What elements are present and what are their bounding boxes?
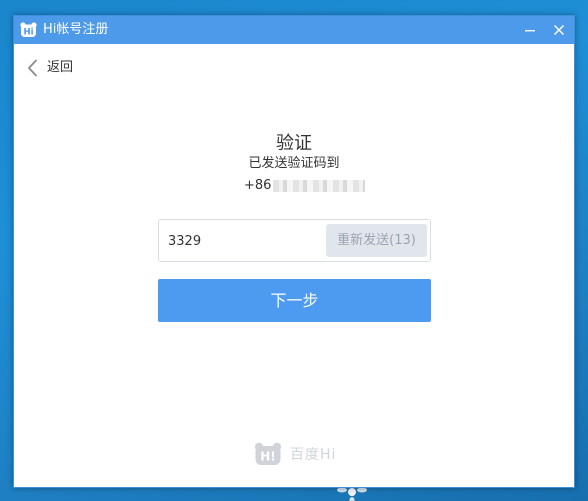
- minimize-button[interactable]: [519, 20, 541, 40]
- hi-bear-logo-icon: Hi: [20, 22, 37, 38]
- phone-number-masked: [273, 180, 366, 192]
- registration-window: Hi Hi帐号注册 返回 验证 已发送验证码到 +86 重新发送(13) 下一步: [13, 15, 575, 488]
- svg-text:H!: H!: [260, 450, 276, 464]
- close-button[interactable]: [548, 20, 570, 40]
- minimize-icon: [525, 30, 535, 32]
- chevron-left-icon: [28, 59, 37, 77]
- footer-brand: H! 百度Hi: [254, 441, 336, 467]
- window-title: Hi帐号注册: [43, 22, 109, 37]
- verification-code-field: 重新发送(13): [158, 219, 431, 262]
- phone-number: +86: [244, 178, 366, 194]
- close-icon: [554, 25, 564, 35]
- phone-prefix: +86: [244, 178, 272, 193]
- page-title: 验证: [276, 133, 312, 154]
- back-button[interactable]: 返回: [26, 58, 86, 78]
- back-label: 返回: [47, 60, 74, 75]
- footer-brand-label: 百度Hi: [290, 447, 337, 463]
- svg-text:Hi: Hi: [23, 28, 33, 38]
- resend-code-button[interactable]: 重新发送(13): [326, 224, 427, 257]
- title-bar[interactable]: Hi Hi帐号注册: [14, 16, 574, 44]
- code-sent-notice: 已发送验证码到: [248, 156, 340, 171]
- next-step-button[interactable]: 下一步: [158, 279, 431, 322]
- verification-code-input[interactable]: [168, 230, 318, 252]
- hi-bear-logo-icon: H!: [254, 442, 282, 465]
